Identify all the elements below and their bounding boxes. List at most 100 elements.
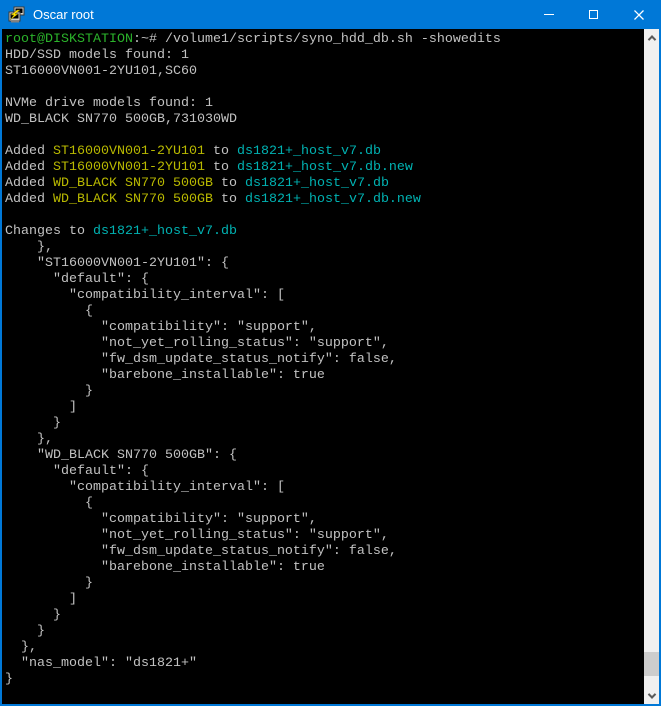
terminal-line: }	[5, 624, 644, 640]
terminal-text-segment: {	[5, 304, 93, 319]
terminal-line: "compatibility": "support",	[5, 320, 644, 336]
terminal-line: NVMe drive models found: 1	[5, 96, 644, 112]
terminal-text-segment: "ST16000VN001-2YU101": {	[5, 256, 229, 271]
terminal-text-segment: ]	[5, 592, 77, 607]
titlebar[interactable]: Oscar root	[0, 0, 661, 29]
terminal-line: }	[5, 576, 644, 592]
terminal-line: "ST16000VN001-2YU101": {	[5, 256, 644, 272]
terminal-text-segment: "default": {	[5, 464, 149, 479]
terminal-line: },	[5, 640, 644, 656]
terminal-line: }	[5, 608, 644, 624]
terminal-text-segment: "fw_dsm_update_status_notify": false,	[5, 544, 397, 559]
terminal-text-segment: WD_BLACK SN770 500GB	[53, 192, 213, 207]
terminal-text-segment: ST16000VN001-2YU101,SC60	[5, 64, 197, 79]
terminal-line: "fw_dsm_update_status_notify": false,	[5, 352, 644, 368]
scrollbar[interactable]	[644, 29, 659, 704]
terminal-text-segment: ds1821+_host_v7.db.new	[237, 160, 413, 175]
terminal-line: Added ST16000VN001-2YU101 to ds1821+_hos…	[5, 144, 644, 160]
window-body: root@DISKSTATION:~# /volume1/scripts/syn…	[0, 29, 661, 706]
terminal-line: },	[5, 240, 644, 256]
scroll-up-button[interactable]	[644, 29, 659, 46]
terminal-output[interactable]: root@DISKSTATION:~# /volume1/scripts/syn…	[2, 29, 644, 704]
close-button[interactable]	[616, 0, 661, 29]
terminal-text-segment: ds1821+_host_v7.db	[93, 224, 237, 239]
window-controls	[526, 0, 661, 29]
terminal-text-segment: HDD/SSD models found: 1	[5, 48, 189, 63]
terminal-text-segment: ST16000VN001-2YU101	[53, 160, 205, 175]
terminal-text-segment: "compatibility_interval": [	[5, 288, 285, 303]
scrollbar-thumb[interactable]	[644, 652, 659, 676]
terminal-text-segment: to	[205, 144, 237, 159]
terminal-line: {	[5, 496, 644, 512]
terminal-text-segment: ]	[5, 400, 77, 415]
terminal-line: Added WD_BLACK SN770 500GB to ds1821+_ho…	[5, 176, 644, 192]
terminal-text-segment: ds1821+_host_v7.db.new	[245, 192, 421, 207]
terminal-line: Added WD_BLACK SN770 500GB to ds1821+_ho…	[5, 192, 644, 208]
terminal-text-segment: WD_BLACK SN770 500GB	[53, 176, 213, 191]
terminal-line: "barebone_installable": true	[5, 560, 644, 576]
terminal-text-segment: "default": {	[5, 272, 149, 287]
terminal-text-segment: to	[205, 160, 237, 175]
terminal-text-segment: }	[5, 576, 93, 591]
terminal-line: ]	[5, 400, 644, 416]
terminal-text-segment: }	[5, 384, 93, 399]
terminal-line: "fw_dsm_update_status_notify": false,	[5, 544, 644, 560]
terminal-line: "WD_BLACK SN770 500GB": {	[5, 448, 644, 464]
close-icon	[633, 9, 645, 21]
terminal-line: ST16000VN001-2YU101,SC60	[5, 64, 644, 80]
terminal-text-segment: ds1821+_host_v7.db	[237, 144, 381, 159]
terminal-text-segment: }	[5, 416, 61, 431]
terminal-line: }	[5, 416, 644, 432]
terminal-line	[5, 128, 644, 144]
terminal-text-segment: Added	[5, 192, 53, 207]
maximize-icon	[589, 10, 598, 19]
terminal-text-segment: Changes to	[5, 224, 93, 239]
terminal-text-segment: "compatibility_interval": [	[5, 480, 285, 495]
terminal-text-segment: NVMe drive models found: 1	[5, 96, 213, 111]
terminal-line: }	[5, 384, 644, 400]
terminal-line: {	[5, 304, 644, 320]
terminal-text-segment: "not_yet_rolling_status": "support",	[5, 528, 389, 543]
maximize-button[interactable]	[571, 0, 616, 29]
terminal-text-segment: Added	[5, 176, 53, 191]
terminal-line: Added ST16000VN001-2YU101 to ds1821+_hos…	[5, 160, 644, 176]
terminal-line: "not_yet_rolling_status": "support",	[5, 528, 644, 544]
terminal-text-segment: }	[5, 608, 61, 623]
terminal-text-segment: "barebone_installable": true	[5, 368, 325, 383]
minimize-icon	[544, 14, 554, 15]
terminal-text-segment: "compatibility": "support",	[5, 320, 317, 335]
terminal-line: WD_BLACK SN770 500GB,731030WD	[5, 112, 644, 128]
terminal-text-segment: "barebone_installable": true	[5, 560, 325, 575]
terminal-line: ]	[5, 592, 644, 608]
terminal-text-segment: "WD_BLACK SN770 500GB": {	[5, 448, 237, 463]
terminal-line: }	[5, 672, 644, 688]
terminal-line: "default": {	[5, 272, 644, 288]
terminal-text-segment: }	[5, 672, 13, 687]
terminal-text-segment: },	[5, 432, 53, 447]
terminal-line: "compatibility": "support",	[5, 512, 644, 528]
putty-icon	[8, 6, 25, 23]
terminal-line: "not_yet_rolling_status": "support",	[5, 336, 644, 352]
terminal-text-segment: ST16000VN001-2YU101	[53, 144, 205, 159]
terminal-line: "barebone_installable": true	[5, 368, 644, 384]
minimize-button[interactable]	[526, 0, 571, 29]
terminal-text-segment: Added	[5, 144, 53, 159]
terminal-text-segment: :~# /volume1/scripts/syno_hdd_db.sh -sho…	[133, 32, 501, 47]
terminal-line: "compatibility_interval": [	[5, 288, 644, 304]
terminal-text-segment: "nas_model": "ds1821+"	[5, 656, 197, 671]
terminal-text-segment: to	[213, 176, 245, 191]
terminal-line	[5, 80, 644, 96]
terminal-text-segment: "compatibility": "support",	[5, 512, 317, 527]
terminal-text-segment: "not_yet_rolling_status": "support",	[5, 336, 389, 351]
terminal-text-segment: },	[5, 240, 53, 255]
terminal-text-segment: {	[5, 496, 93, 511]
terminal-text-segment: ds1821+_host_v7.db	[245, 176, 389, 191]
putty-window: Oscar root root@DISKSTATION:~# /volume1/…	[0, 0, 661, 706]
terminal-text-segment: },	[5, 640, 37, 655]
terminal-line: HDD/SSD models found: 1	[5, 48, 644, 64]
scroll-down-button[interactable]	[644, 687, 659, 704]
terminal-line	[5, 208, 644, 224]
terminal-line: },	[5, 432, 644, 448]
terminal-line: Changes to ds1821+_host_v7.db	[5, 224, 644, 240]
terminal-text-segment: to	[213, 192, 245, 207]
